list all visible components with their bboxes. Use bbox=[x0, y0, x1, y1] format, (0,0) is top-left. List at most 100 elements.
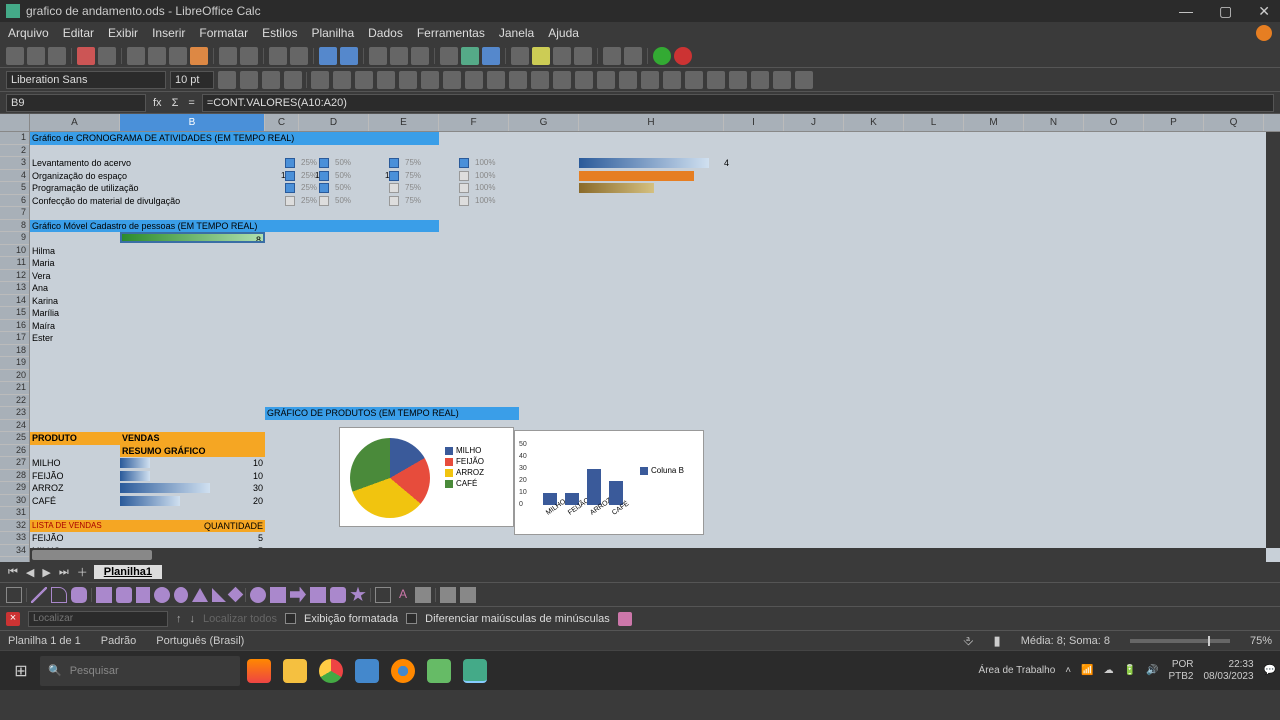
borders-icon[interactable] bbox=[729, 71, 747, 89]
font-color-icon[interactable] bbox=[311, 71, 329, 89]
horizontal-scrollbar[interactable] bbox=[30, 548, 1266, 562]
people-icon[interactable] bbox=[242, 654, 276, 688]
col-header[interactable]: O bbox=[1084, 114, 1144, 131]
line-icon[interactable] bbox=[31, 587, 47, 603]
star-icon[interactable] bbox=[350, 587, 366, 603]
merge-icon[interactable] bbox=[465, 71, 483, 89]
fontwork-icon[interactable]: A bbox=[395, 587, 411, 603]
menu-formatar[interactable]: Formatar bbox=[199, 26, 248, 40]
add-sheet-icon[interactable]: ＋ bbox=[75, 564, 90, 580]
col-header[interactable]: A bbox=[30, 114, 120, 131]
find-icon[interactable] bbox=[269, 47, 287, 65]
image-icon[interactable] bbox=[440, 47, 458, 65]
cloud-icon[interactable]: ☁ bbox=[1104, 665, 1114, 676]
menu-inserir[interactable]: Inserir bbox=[152, 26, 185, 40]
rounded-rect-icon[interactable] bbox=[116, 587, 132, 603]
row-header[interactable]: 27 bbox=[0, 457, 29, 470]
col-header[interactable]: J bbox=[784, 114, 844, 131]
row-header[interactable]: 23 bbox=[0, 407, 29, 420]
chrome-icon[interactable] bbox=[314, 654, 348, 688]
strike-icon[interactable] bbox=[284, 71, 302, 89]
update-icon[interactable] bbox=[1256, 25, 1272, 41]
menu-ferramentas[interactable]: Ferramentas bbox=[417, 26, 485, 40]
headers-icon[interactable] bbox=[574, 47, 592, 65]
taskbar-search[interactable]: 🔍 Pesquisar bbox=[40, 656, 240, 686]
language[interactable]: Português (Brasil) bbox=[156, 635, 244, 647]
last-sheet-icon[interactable]: ⏭ bbox=[57, 566, 71, 579]
row-header[interactable]: 1 bbox=[0, 132, 29, 145]
col-icon[interactable] bbox=[340, 47, 358, 65]
col-header[interactable]: K bbox=[844, 114, 904, 131]
equals-icon[interactable]: = bbox=[185, 97, 197, 109]
copy-icon[interactable] bbox=[148, 47, 166, 65]
col-header[interactable]: F bbox=[439, 114, 509, 131]
row-header[interactable]: 18 bbox=[0, 345, 29, 358]
formatted-display-checkbox[interactable] bbox=[285, 613, 296, 624]
next-sheet-icon[interactable]: ▶ bbox=[40, 566, 52, 579]
zoom-slider[interactable] bbox=[1130, 639, 1230, 643]
find-input[interactable] bbox=[28, 611, 168, 627]
wifi-icon[interactable]: 📶 bbox=[1081, 665, 1093, 676]
col-header[interactable]: I bbox=[724, 114, 784, 131]
menu-arquivo[interactable]: Arquivo bbox=[8, 26, 49, 40]
spell-icon[interactable] bbox=[290, 47, 308, 65]
italic-icon[interactable] bbox=[240, 71, 258, 89]
valign-mid-icon[interactable] bbox=[509, 71, 527, 89]
textbox-icon[interactable] bbox=[375, 587, 391, 603]
col-header[interactable]: N bbox=[1024, 114, 1084, 131]
indent-dec-icon[interactable] bbox=[685, 71, 703, 89]
row-header[interactable]: 30 bbox=[0, 495, 29, 508]
progress-checkbox[interactable] bbox=[285, 196, 295, 206]
selected-cell[interactable]: 8 bbox=[120, 232, 265, 243]
menu-editar[interactable]: Editar bbox=[63, 26, 94, 40]
row-header[interactable]: 26 bbox=[0, 445, 29, 458]
hyperlink-icon[interactable] bbox=[532, 47, 550, 65]
border-style-icon[interactable] bbox=[751, 71, 769, 89]
close-button[interactable]: ✕ bbox=[1254, 3, 1274, 20]
sheet-tab[interactable]: Planilha1 bbox=[94, 565, 162, 579]
menu-planilha[interactable]: Planilha bbox=[311, 26, 354, 40]
calc-task-icon[interactable] bbox=[458, 654, 492, 688]
col-header[interactable]: L bbox=[904, 114, 964, 131]
col-header[interactable]: Q bbox=[1204, 114, 1264, 131]
row-icon[interactable] bbox=[319, 47, 337, 65]
menu-dados[interactable]: Dados bbox=[368, 26, 403, 40]
special-char-icon[interactable] bbox=[511, 47, 529, 65]
row-header[interactable]: 10 bbox=[0, 245, 29, 258]
chart-icon[interactable] bbox=[461, 47, 479, 65]
highlight-icon[interactable] bbox=[333, 71, 351, 89]
row-header[interactable]: 3 bbox=[0, 157, 29, 170]
page-style[interactable]: Padrão bbox=[101, 635, 136, 647]
row-header[interactable]: 34 bbox=[0, 545, 29, 558]
valign-top-icon[interactable] bbox=[487, 71, 505, 89]
progress-checkbox[interactable] bbox=[389, 196, 399, 206]
ellipse-icon[interactable] bbox=[154, 587, 170, 603]
vscode-icon[interactable] bbox=[350, 654, 384, 688]
row-header[interactable]: 20 bbox=[0, 370, 29, 383]
undo-icon[interactable] bbox=[219, 47, 237, 65]
toggle-extrusion-icon[interactable] bbox=[440, 587, 456, 603]
arrow-shapes-icon[interactable] bbox=[290, 587, 306, 603]
row-header[interactable]: 8 bbox=[0, 220, 29, 233]
function-wizard-icon[interactable]: fx bbox=[150, 97, 165, 109]
progress-checkbox[interactable] bbox=[319, 158, 329, 168]
find-next-icon[interactable]: ↓ bbox=[190, 613, 196, 625]
triangle-icon[interactable] bbox=[192, 588, 208, 602]
cut-icon[interactable] bbox=[127, 47, 145, 65]
app-task-icon[interactable] bbox=[422, 654, 456, 688]
row-header[interactable]: 11 bbox=[0, 257, 29, 270]
find-prev-icon[interactable]: ↑ bbox=[176, 613, 182, 625]
redo-icon[interactable] bbox=[240, 47, 258, 65]
show-draw-icon[interactable] bbox=[460, 587, 476, 603]
align-justify-icon[interactable] bbox=[421, 71, 439, 89]
prev-sheet-icon[interactable]: ◀ bbox=[24, 566, 36, 579]
progress-checkbox[interactable] bbox=[285, 158, 295, 168]
bar-chart[interactable]: 01020304050MILHOFEIJÃOARROZCAFÉColuna B bbox=[514, 430, 704, 535]
name-box[interactable] bbox=[6, 94, 146, 112]
print-icon[interactable] bbox=[98, 47, 116, 65]
basic-shapes-icon[interactable] bbox=[250, 587, 266, 603]
font-size-input[interactable] bbox=[170, 71, 214, 89]
menu-exibir[interactable]: Exibir bbox=[108, 26, 138, 40]
progress-checkbox[interactable] bbox=[459, 171, 469, 181]
row-header[interactable]: 32 bbox=[0, 520, 29, 533]
